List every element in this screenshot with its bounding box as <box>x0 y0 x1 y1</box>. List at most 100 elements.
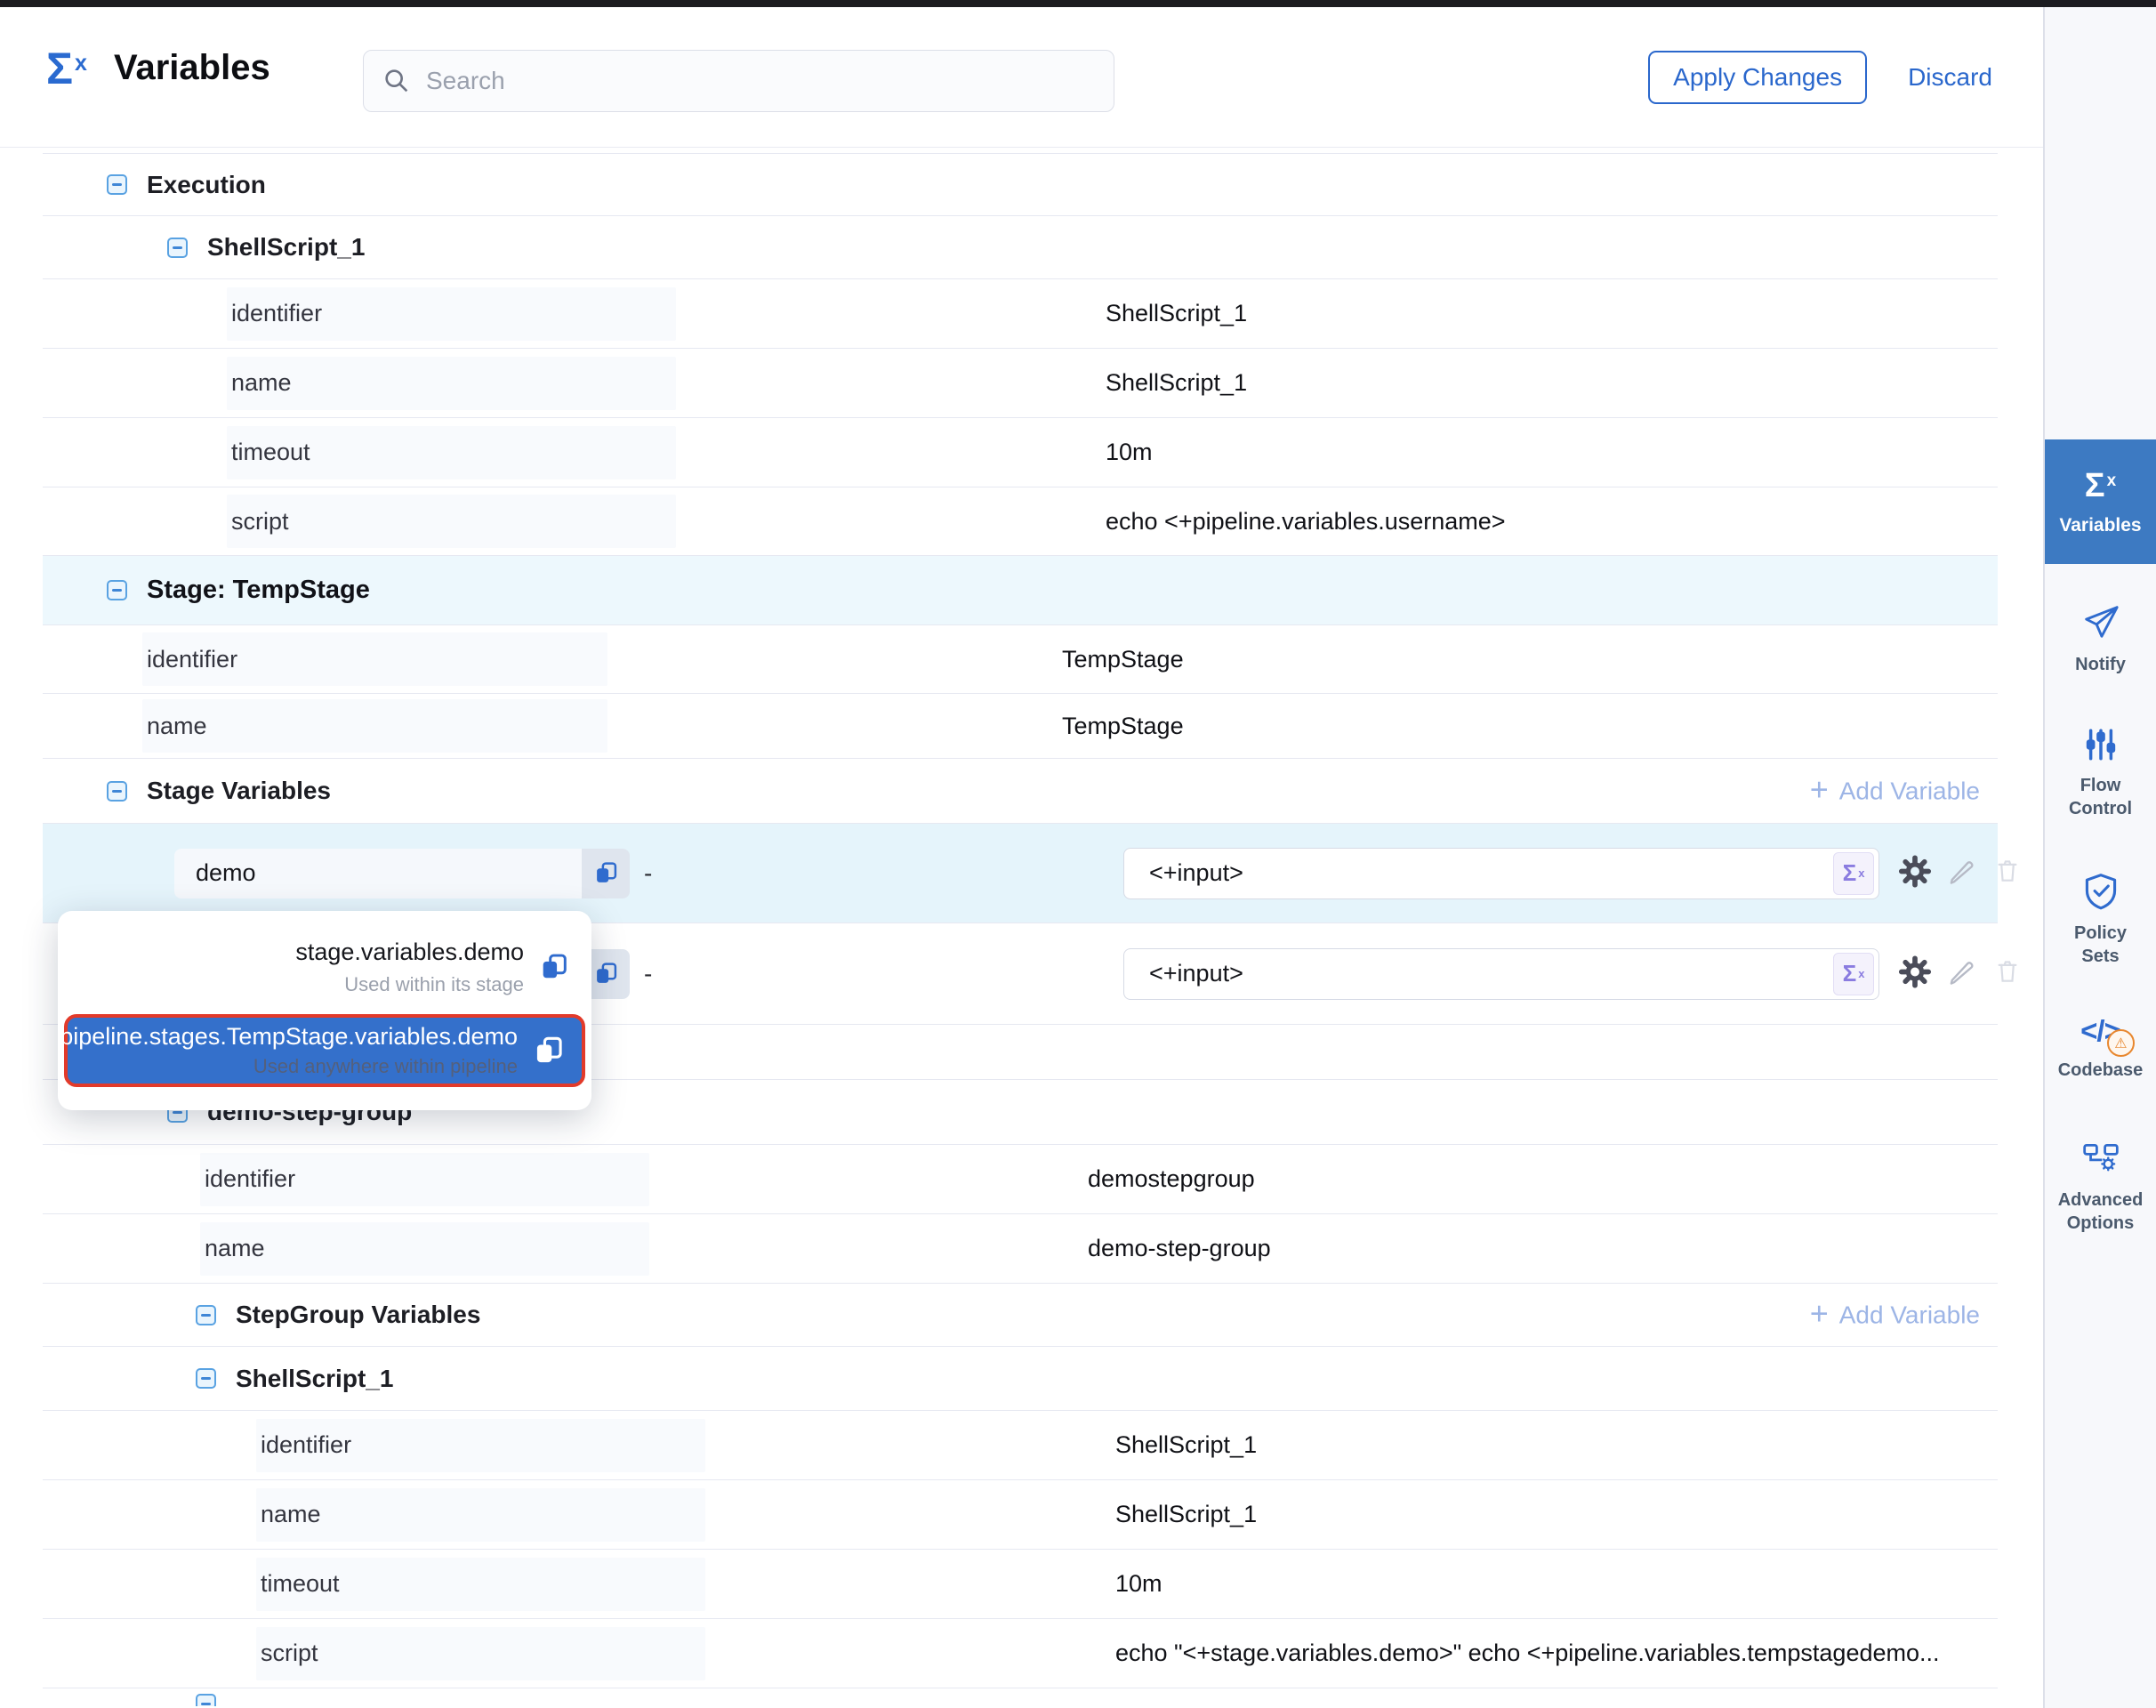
browser-top-bar <box>0 0 2156 7</box>
row-stage-variables: Stage Variables +Add Variable <box>43 758 1998 823</box>
row-name: name ShellScript_1 <box>43 1479 1998 1549</box>
collapse-minus-icon[interactable] <box>196 1305 216 1325</box>
variables-sigma-logo-icon: Σx <box>46 46 87 91</box>
search-box[interactable] <box>363 50 1114 112</box>
row-stepgroup-variables: StepGroup Variables +Add Variable <box>43 1283 1998 1346</box>
plus-icon: + <box>1810 1298 1829 1330</box>
field-value: demostepgroup <box>1020 1165 1998 1193</box>
variable-type-dash: - <box>644 859 652 888</box>
delete-trash-icon[interactable] <box>1992 856 2023 890</box>
sidebar-item-advanced-options[interactable]: Advanced Options <box>2045 1139 2156 1235</box>
runtime-input-sigma-button[interactable]: Σx <box>1833 852 1874 895</box>
sigma-x-icon: Σx <box>2085 467 2116 505</box>
sidebar-item-policy-sets[interactable]: Policy Sets <box>2045 872 2156 968</box>
flowchart-gear-icon <box>2081 1139 2120 1178</box>
variable-path-scope: Used within its stage <box>295 973 524 996</box>
search-input[interactable] <box>426 67 1096 95</box>
collapse-minus-icon[interactable] <box>107 781 127 802</box>
tree-node-label: StepGroup Variables <box>236 1301 480 1329</box>
row-identifier: identifier ShellScript_1 <box>43 278 1998 348</box>
field-label: identifier <box>227 287 676 341</box>
delete-trash-icon[interactable] <box>1992 956 2023 991</box>
variable-path-option-stage[interactable]: stage.variables.demo Used within its sta… <box>58 911 591 1011</box>
copy-icon[interactable] <box>540 953 568 981</box>
search-icon <box>382 66 412 96</box>
variable-value-input[interactable]: <+input>Σx <box>1123 948 1879 1000</box>
row-name: name demo-step-group <box>43 1213 1998 1283</box>
apply-changes-button[interactable]: Apply Changes <box>1648 51 1867 104</box>
add-variable-button[interactable]: +Add Variable <box>1810 777 1980 806</box>
sliders-icon <box>2082 726 2120 763</box>
field-label: identifier <box>200 1153 649 1206</box>
field-label: name <box>227 357 676 410</box>
row-timeout: timeout 10m <box>43 417 1998 487</box>
collapse-minus-icon[interactable] <box>167 238 188 258</box>
field-label: name <box>200 1222 649 1276</box>
collapse-minus-icon[interactable] <box>107 174 127 195</box>
field-value: ShellScript_1 <box>1020 369 1998 397</box>
variable-path-option-pipeline-selected[interactable]: pipeline.stages.TempStage.variables.demo… <box>64 1014 585 1087</box>
row-name: nameTempStage <box>43 693 1998 758</box>
sidebar-item-codebase[interactable]: </> ⚠ Codebase <box>2045 1014 2156 1082</box>
field-label: script <box>227 495 676 548</box>
field-label: identifier <box>256 1419 705 1472</box>
row-identifier: identifier ShellScript_1 <box>43 1410 1998 1479</box>
row-identifier: identifier TempStage <box>43 624 1998 693</box>
variable-type-dash: - <box>644 960 652 988</box>
collapse-minus-icon[interactable] <box>196 1368 216 1389</box>
plus-icon: + <box>1810 774 1829 806</box>
shield-check-icon <box>2081 872 2120 911</box>
settings-gear-icon[interactable] <box>1898 854 1932 892</box>
add-variable-button[interactable]: +Add Variable <box>1810 1301 1980 1330</box>
field-label: name <box>256 1488 705 1542</box>
row-timeout: timeout 10m <box>43 1549 1998 1618</box>
field-value: 10m <box>1020 439 1998 466</box>
field-value: TempStage <box>1020 646 1998 673</box>
collapse-minus-icon[interactable] <box>107 580 127 600</box>
copy-icon[interactable] <box>534 1035 564 1066</box>
discard-link[interactable]: Discard <box>1908 63 1992 92</box>
sidebar-item-flow-control[interactable]: Flow Control <box>2045 726 2156 820</box>
field-label: name <box>142 699 607 753</box>
field-value: ShellScript_1 <box>1020 300 1998 327</box>
variable-path-text: pipeline.stages.TempStage.variables.demo <box>60 1023 518 1051</box>
row-stage-tempstage: Stage: TempStage <box>43 555 1998 624</box>
runtime-input-sigma-button[interactable]: Σx <box>1833 953 1874 995</box>
copy-icon[interactable] <box>582 849 630 898</box>
edit-pencil-icon[interactable] <box>1946 955 1978 992</box>
variables-panel: Σx Variables Apply Changes Discard Execu… <box>0 7 2043 1708</box>
field-label: script <box>256 1627 705 1680</box>
section-title: Stage: TempStage <box>147 576 370 605</box>
variable-path-popup: stage.variables.demo Used within its sta… <box>58 911 591 1110</box>
paper-plane-icon <box>2080 601 2121 642</box>
tree-node-label: ShellScript_1 <box>236 1365 393 1393</box>
page-title: Variables <box>114 48 270 88</box>
variable-value-input[interactable]: <+input>Σx <box>1123 848 1879 899</box>
sidebar-item-notify[interactable]: Notify <box>2045 601 2156 676</box>
field-value: echo "<+stage.variables.demo>" echo <+pi… <box>1020 1640 1998 1667</box>
tree-node-label: Execution <box>147 171 266 199</box>
settings-gear-icon[interactable] <box>1898 955 1932 993</box>
sidebar-item-variables[interactable]: Σx Variables <box>2045 439 2156 564</box>
variable-name-input[interactable]: demo <box>174 849 582 898</box>
row-name: name ShellScript_1 <box>43 348 1998 417</box>
panel-header: Σx Variables Apply Changes Discard <box>0 7 2043 148</box>
field-label: timeout <box>256 1558 705 1611</box>
field-value: demo-step-group <box>1020 1235 1998 1262</box>
code-warning-icon: </> ⚠ <box>2080 1014 2120 1048</box>
tree-node-label: Stage Variables <box>147 777 331 805</box>
edit-pencil-icon[interactable] <box>1946 855 1978 891</box>
collapse-minus-icon[interactable] <box>196 1694 216 1706</box>
field-value: 10m <box>1020 1570 1998 1598</box>
field-label: identifier <box>142 632 607 686</box>
field-value: ShellScript_1 <box>1020 1501 1998 1528</box>
field-label: timeout <box>227 426 676 479</box>
field-value: echo <+pipeline.variables.username> <box>1020 508 1998 536</box>
row-row <box>43 1688 1998 1706</box>
variable-row-demo: demo - <+input>Σx <box>43 823 1998 922</box>
field-value: ShellScript_1 <box>1020 1431 1998 1459</box>
row-execution: Execution <box>43 153 1998 215</box>
tree-node-label: ShellScript_1 <box>207 233 365 262</box>
row-script: script echo "<+stage.variables.demo>" ech… <box>43 1618 1998 1688</box>
row-shellscript-1: ShellScript_1 <box>43 1346 1998 1410</box>
